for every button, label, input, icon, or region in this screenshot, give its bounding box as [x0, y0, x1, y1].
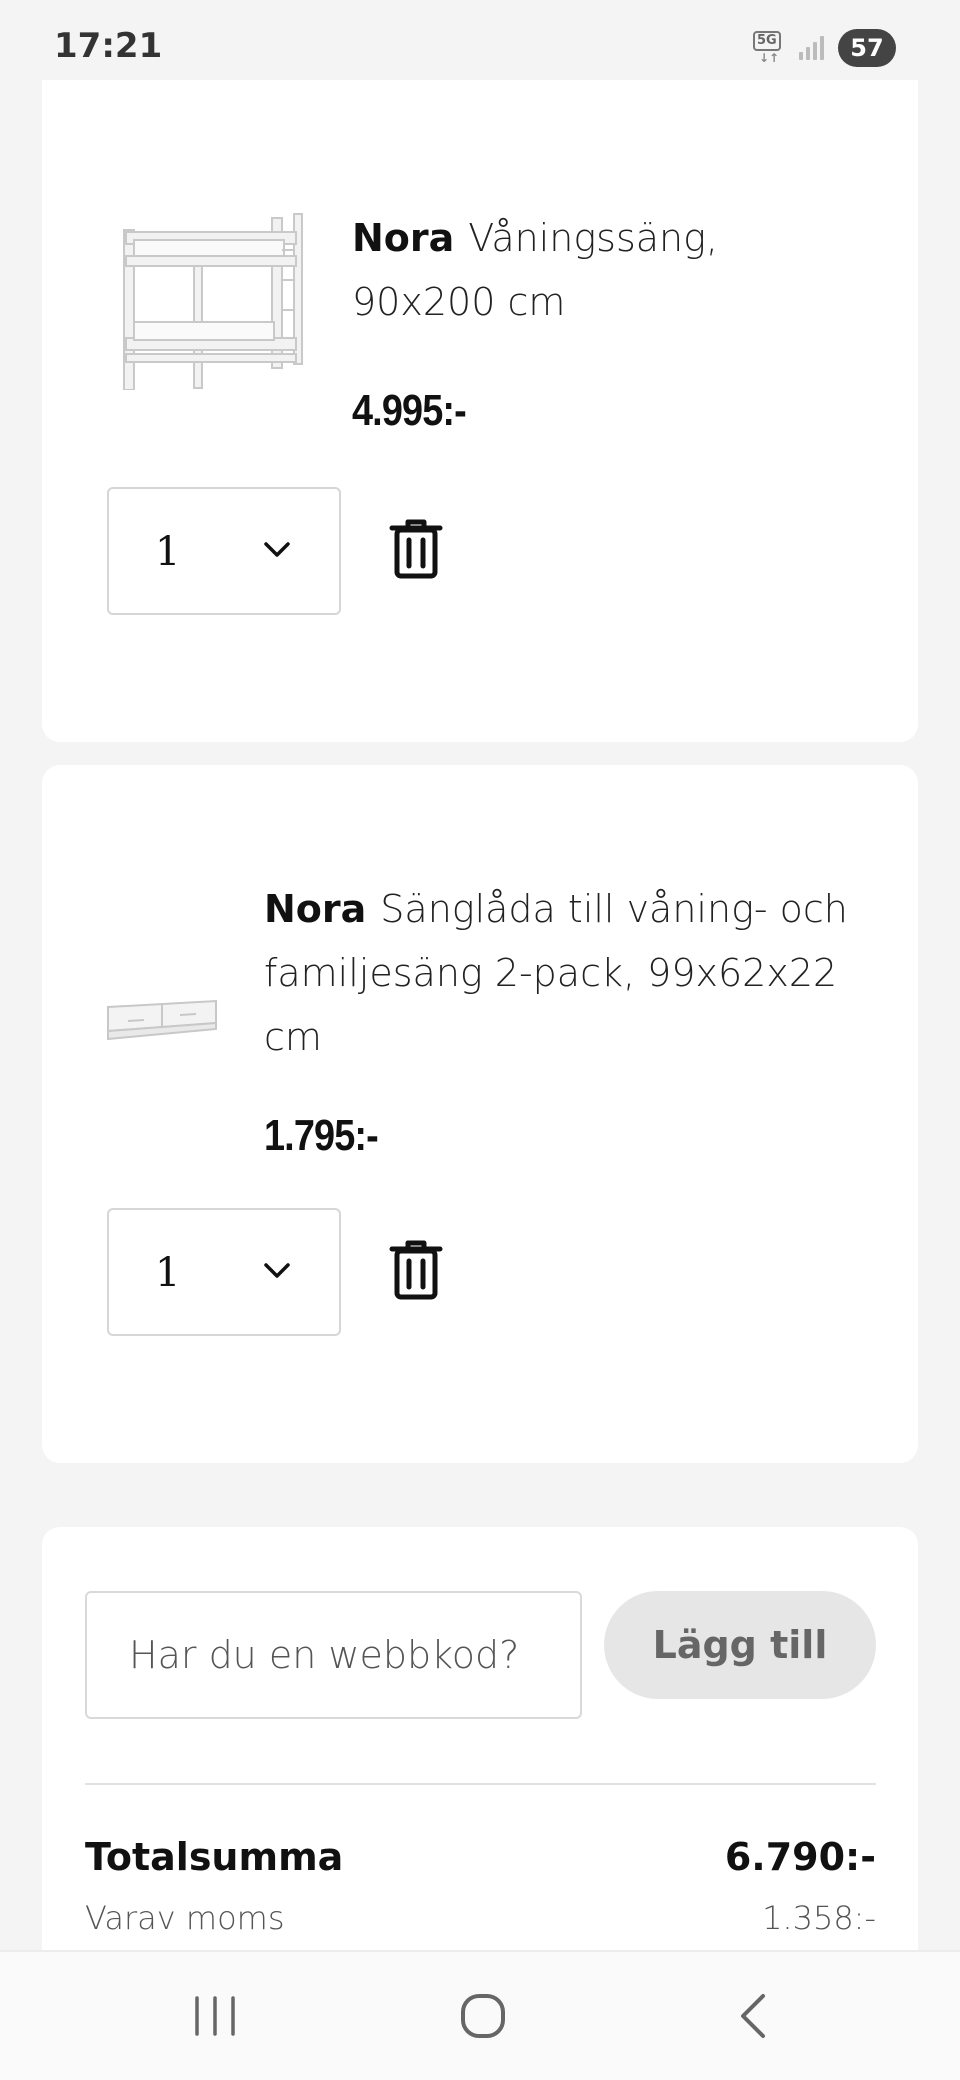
quantity-select[interactable]: 1 [107, 487, 341, 615]
status-time: 17:21 [54, 26, 163, 66]
chevron-down-icon [264, 1263, 290, 1278]
quantity-select[interactable]: 1 [107, 1208, 341, 1336]
quantity-value: 1 [155, 1250, 181, 1296]
vat-value: 1.358:- [762, 1899, 876, 1937]
product-brand: Nora [264, 887, 367, 931]
divider [85, 1783, 876, 1785]
home-icon[interactable] [448, 1986, 518, 2046]
bed-drawer-image[interactable] [104, 997, 220, 1045]
webcode-input[interactable] [85, 1591, 582, 1719]
signal-icon [799, 36, 824, 60]
product-title[interactable]: Nora Sänglåda till våning- och familjesän… [264, 877, 884, 1069]
total-value: 6.790:- [724, 1835, 876, 1879]
cart-item-card: Nora Sänglåda till våning- och familjesän… [42, 765, 918, 1463]
status-bar: 17:21 5G ↓↑ 57 [0, 0, 960, 80]
trash-icon[interactable] [388, 516, 444, 580]
bunk-bed-image[interactable] [112, 210, 312, 390]
add-webcode-button[interactable]: Lägg till [604, 1591, 876, 1699]
network-5g-icon: 5G ↓↑ [751, 31, 785, 65]
quantity-value: 1 [155, 529, 181, 575]
order-summary-card: Lägg till Totalsumma 6.790:- Varav moms … [42, 1527, 918, 1987]
product-title[interactable]: Nora Våningssäng, 90x200 cm [352, 206, 872, 334]
system-nav-bar [0, 1950, 960, 2080]
status-icons: 5G ↓↑ 57 [751, 28, 896, 68]
product-brand: Nora [352, 216, 455, 260]
trash-icon[interactable] [388, 1237, 444, 1301]
recent-apps-icon[interactable] [180, 1986, 250, 2046]
battery-icon: 57 [838, 29, 896, 67]
vat-label: Varav moms [85, 1899, 285, 1937]
product-price: 1.795:- [264, 1111, 379, 1160]
back-icon[interactable] [718, 1986, 788, 2046]
product-price: 4.995:- [352, 386, 467, 435]
total-label: Totalsumma [85, 1835, 344, 1879]
cart-item-card: Nora Våningssäng, 90x200 cm 4.995:- 1 [42, 80, 918, 742]
chevron-down-icon [264, 542, 290, 557]
